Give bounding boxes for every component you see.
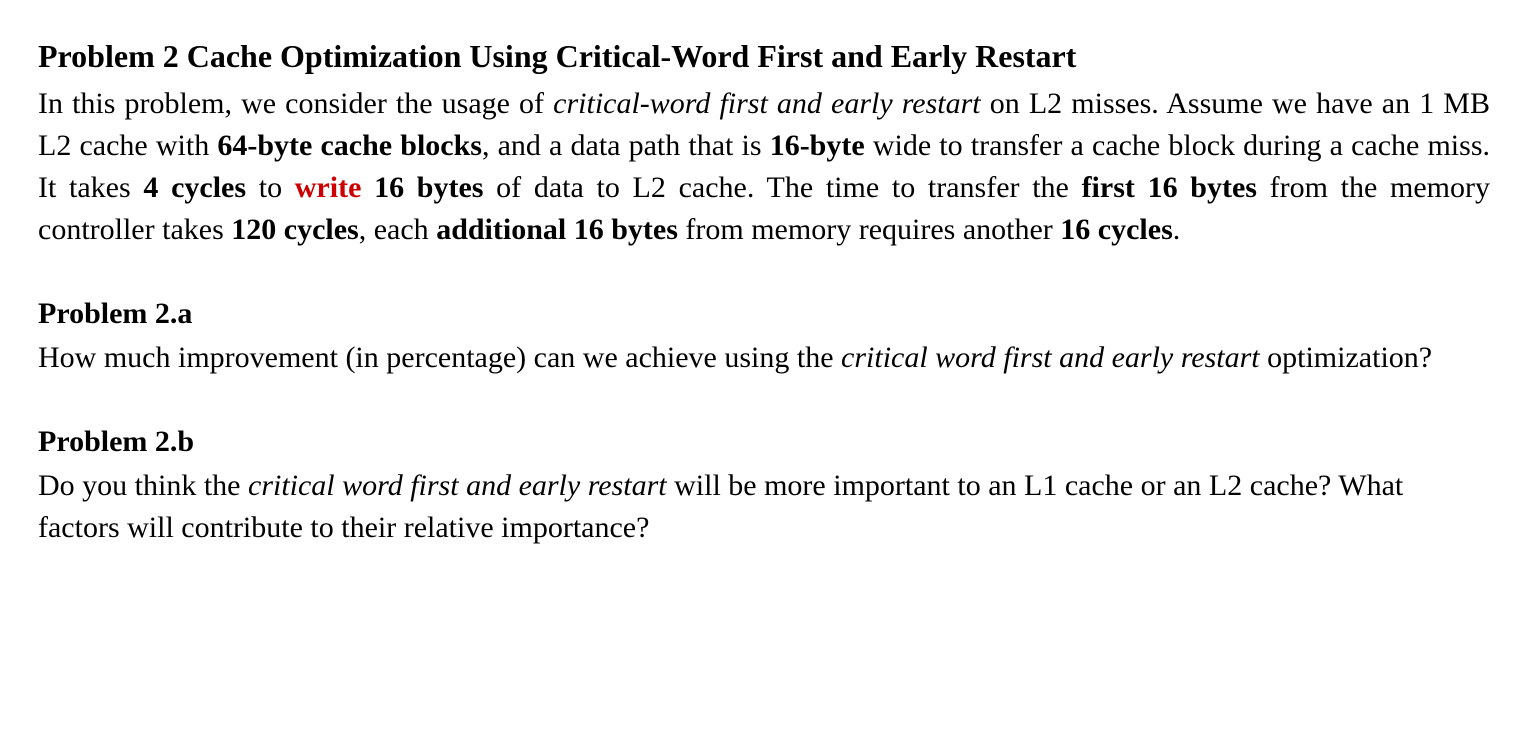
text-segment-bold: 120 cycles [231,213,358,246]
text-segment-italic: critical word first and early restart [841,341,1260,374]
text-segment-bold: additional 16 bytes [436,213,678,246]
text-segment-bold: 16 cycles [1060,213,1172,246]
text-segment-red-bold: write [295,171,362,204]
text-segment-bold: 16 bytes [361,171,483,204]
text-segment-italic: critical word first and early restart [248,469,667,502]
text-segment: Do you think the [38,469,248,502]
text-segment: How much improvement (in percentage) can… [38,341,841,374]
problem-2a-question: How much improvement (in percentage) can… [38,337,1490,379]
text-segment: optimization? [1260,341,1432,374]
text-segment: In this problem, we consider the usage o… [38,87,553,120]
text-segment-italic: critical-word first and early restart [553,87,981,120]
text-segment: . [1173,213,1181,246]
problem-2-heading: Problem 2 Cache Optimization Using Criti… [38,34,1490,79]
text-segment: , each [359,213,436,246]
text-segment: , and a data path that is [482,129,770,162]
text-segment-bold: 4 cycles [143,171,246,204]
problem-2-intro: In this problem, we consider the usage o… [38,83,1490,251]
text-segment: to [246,171,295,204]
problem-2a-heading: Problem 2.a [38,293,1490,335]
problem-2b-heading: Problem 2.b [38,421,1490,463]
problem-2b-question: Do you think the critical word first and… [38,465,1490,549]
text-segment-bold: first 16 bytes [1082,171,1257,204]
text-segment-bold: 64-byte cache blocks [217,129,482,162]
text-segment: from memory requires another [678,213,1060,246]
text-segment-bold: 16-byte [770,129,865,162]
text-segment: of data to L2 cache. The time to transfe… [483,171,1081,204]
